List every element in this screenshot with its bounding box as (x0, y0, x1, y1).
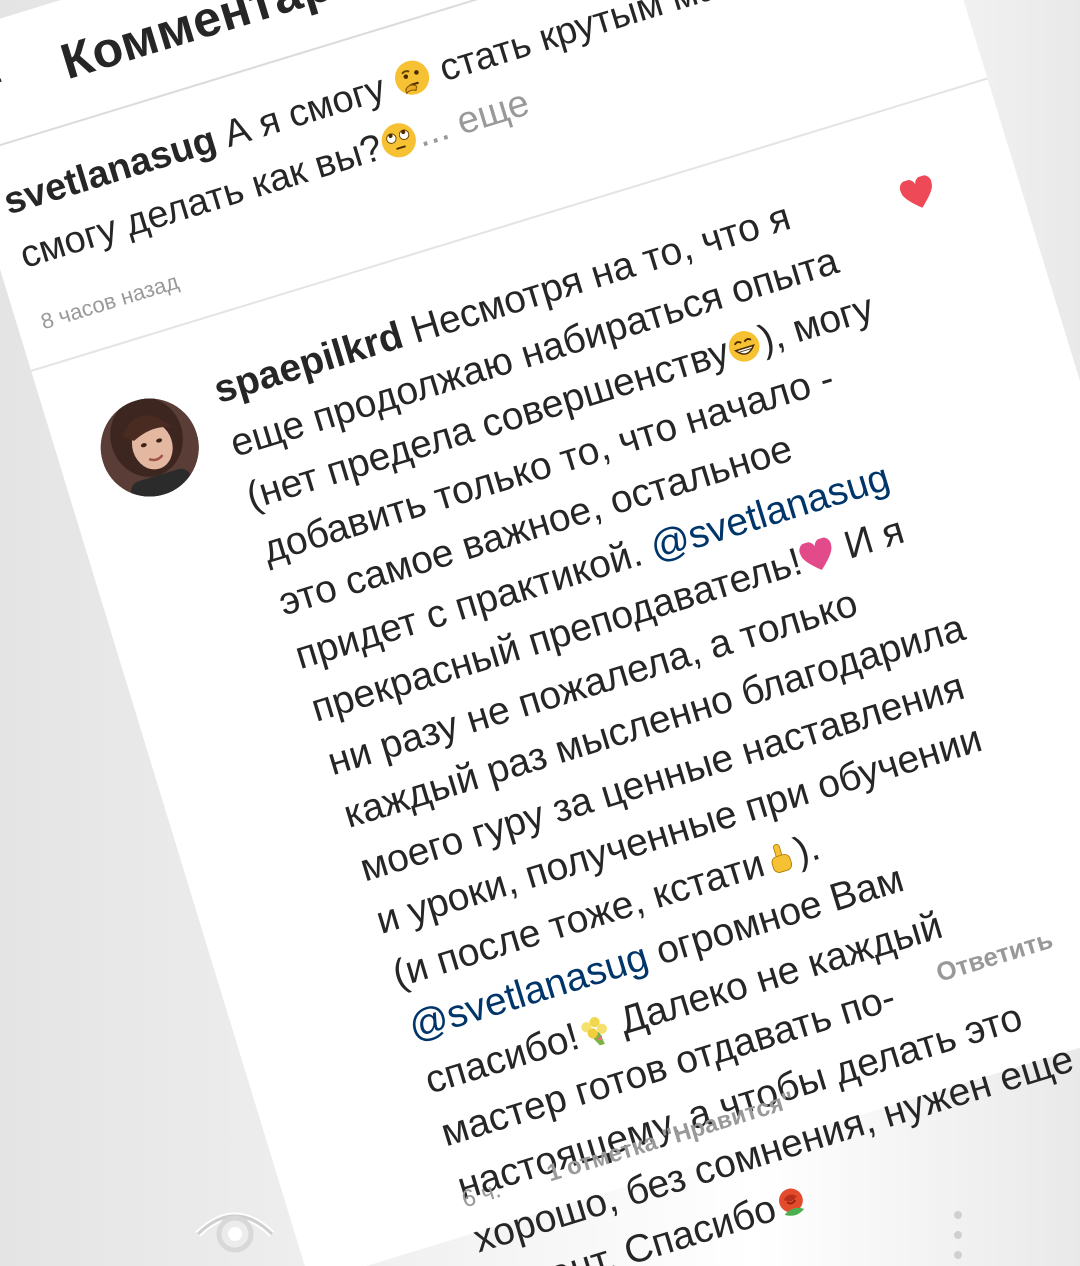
photo-viewport: Комментарии svetlanasug А я смогу стать … (0, 0, 1080, 1266)
more-vertical-icon[interactable] (948, 1205, 968, 1265)
comments-screen: Комментарии svetlanasug А я смогу стать … (0, 0, 1080, 1266)
eye-icon[interactable] (190, 1200, 280, 1260)
caption-timestamp: 8 часов назад (37, 268, 182, 335)
heart-icon[interactable] (896, 173, 940, 214)
comment-body: spaepilkrd Несмотря на то, что я еще про… (207, 172, 1080, 1266)
caption-more-link[interactable]: ... еще (411, 82, 534, 156)
arrow-left-icon[interactable] (0, 62, 12, 104)
avatar[interactable] (88, 386, 211, 509)
avatar-photo (88, 386, 211, 509)
